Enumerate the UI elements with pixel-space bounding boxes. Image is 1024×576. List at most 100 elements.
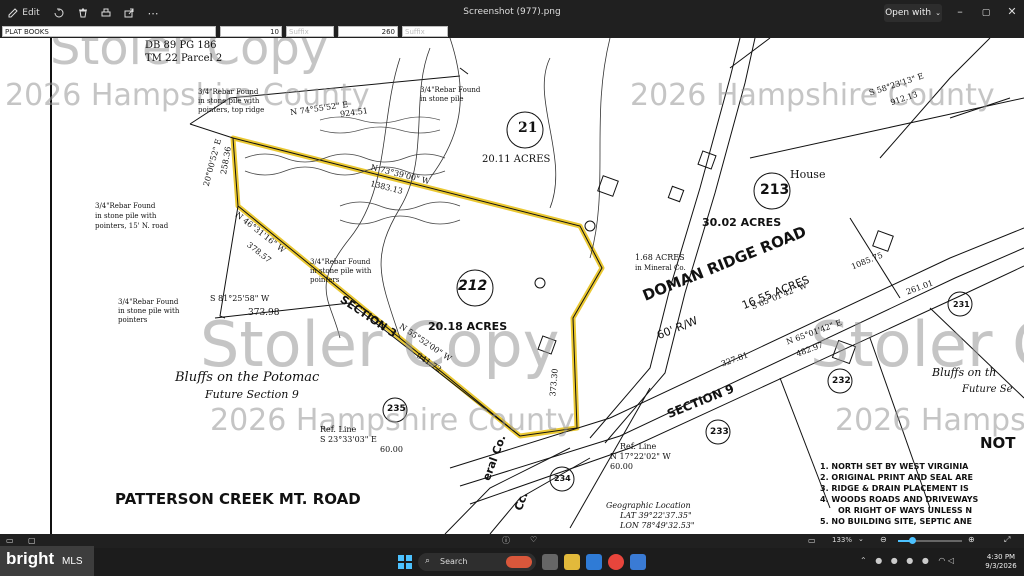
future-section-right-label: Future Se xyxy=(962,384,1013,395)
rebar-note-5b: in stone pile with xyxy=(118,307,180,315)
tax-map-ref: TM 22 Parcel 2 xyxy=(145,53,223,64)
ref-line-1-distance: 60.00 xyxy=(380,445,403,454)
wifi-icon: ◠ xyxy=(938,556,946,565)
lot-231-label: 231 xyxy=(953,300,970,309)
photos-icon[interactable] xyxy=(630,554,646,570)
watermark-county-right: 2026 Hampshire County xyxy=(630,78,995,113)
zoom-out-icon[interactable]: ⊖ xyxy=(880,535,887,544)
file-explorer-icon[interactable] xyxy=(564,554,580,570)
note-5: 5. NO BUILDING SITE, SEPTIC ANE xyxy=(820,517,973,526)
ref-line-2-distance: 60.00 xyxy=(610,462,633,471)
lot-234-label: 234 xyxy=(554,474,571,483)
clock-time: 4:30 PM xyxy=(986,553,1016,561)
rebar-note-4b: in stone pile with xyxy=(310,267,372,275)
task-view-icon[interactable] xyxy=(542,554,558,570)
geo-longitude: LON 78°49'32.53" xyxy=(620,521,695,530)
open-with-button[interactable]: Open with ⌄ xyxy=(884,4,942,22)
geo-latitude: LAT 39°22'37.35" xyxy=(620,511,692,520)
windows-logo-icon xyxy=(398,555,404,561)
filmstrip-icon[interactable]: ▭ xyxy=(6,536,14,545)
windows-taskbar: ⌕ Search ⌃ ● ● ● ● ◠ ◁ 4:30 PM 9/3/2026 xyxy=(0,548,1024,576)
app-titlebar: Edit ⋯ Screenshot (977).png Open with ⌄ … xyxy=(0,0,1024,26)
volume-icon: ◁ xyxy=(947,556,955,565)
viewer-statusbar: ▭ ▢ ⓘ ♡ ▭ 133% ⌄ ⊖ ⊕ ⤢ xyxy=(0,534,1024,548)
brightmls-logo: bright xyxy=(6,549,55,568)
system-tray[interactable]: ⌃ ● ● ● ● ◠ ◁ xyxy=(860,556,980,568)
window-title: Screenshot (977).png xyxy=(463,7,561,17)
suffix-field-1: Suffix xyxy=(286,26,334,37)
fit-to-window-icon[interactable]: ▭ xyxy=(808,536,816,545)
book-number-field: 10 xyxy=(220,26,282,37)
taskbar-search[interactable]: ⌕ Search xyxy=(418,553,536,571)
note-1: 1. NORTH SET BY WEST VIRGINIA xyxy=(820,462,969,471)
open-with-label: Open with xyxy=(885,8,932,18)
chevron-down-icon: ⌄ xyxy=(935,9,941,17)
tray-app-icons: ● ● ● ● xyxy=(875,556,932,565)
note-3: 3. RIDGE & DRAIN PLACEMENT IS xyxy=(820,484,969,493)
patterson-creek-road-label: PATTERSON CREEK MT. ROAD xyxy=(115,490,361,508)
bluffs-label: Bluffs on the Potomac xyxy=(175,370,320,385)
note-4: 4. WOODS ROADS AND DRIVEWAYS xyxy=(820,495,979,504)
fullscreen-icon[interactable]: ⤢ xyxy=(1004,535,1010,545)
chrome-icon[interactable] xyxy=(608,554,624,570)
ref-line-1: Ref. Line xyxy=(320,425,357,434)
watermark-county-bottom-right: 2026 Hampshire County xyxy=(835,403,1024,438)
plat-books-field: PLAT BOOKS xyxy=(2,26,216,37)
rebar-note-5c: pointers xyxy=(118,316,148,324)
slideshow-icon[interactable]: ▢ xyxy=(28,536,36,545)
rebar-note-1b: in stone pile with xyxy=(198,97,260,105)
plat-map: 2026 Hampshire County 2026 Hampshire Cou… xyxy=(5,38,1024,534)
rebar-note-1c: pointers, top ridge xyxy=(198,106,265,114)
start-button[interactable] xyxy=(398,555,412,569)
lot-213-acres: 30.02 ACRES xyxy=(702,216,782,229)
zoom-slider-thumb[interactable] xyxy=(909,537,916,544)
page-number-field: 260 xyxy=(338,26,398,37)
chevron-up-icon: ⌃ xyxy=(860,556,867,565)
mineral-co-note: in Mineral Co. xyxy=(635,264,686,272)
search-placeholder: Search xyxy=(440,557,468,566)
zoom-level[interactable]: 133% xyxy=(832,536,852,544)
suffix-field-2: Suffix xyxy=(402,26,448,37)
clock-date: 9/3/2026 xyxy=(985,562,1017,570)
house-label: House xyxy=(790,168,826,181)
lot-213-label: 213 xyxy=(760,182,790,198)
ref-line-2: Ref. Line xyxy=(620,442,657,451)
info-icon[interactable]: ⓘ xyxy=(502,535,510,546)
rebar-note-3a: 3/4"Rebar Found xyxy=(95,202,156,210)
bearing-southwest-distance: 373.98 xyxy=(248,308,280,318)
minimize-icon: – xyxy=(957,5,963,18)
rebar-note-3c: pointers, 15' N. road xyxy=(95,222,169,230)
rebar-note-2b: in stone pile xyxy=(420,95,464,103)
lot-232-label: 232 xyxy=(832,376,851,386)
bluffs-right-label: Bluffs on th xyxy=(932,366,997,379)
rebar-note-1a: 3/4"Rebar Found xyxy=(198,88,259,96)
rebar-note-5a: 3/4"Rebar Found xyxy=(118,298,179,306)
plat-book-fields: PLAT BOOKS 10 Suffix 260 Suffix xyxy=(0,26,450,38)
geo-location-title: Geographic Location xyxy=(606,501,691,510)
lot-212-acres: 20.18 ACRES xyxy=(428,320,508,333)
zoom-dropdown-icon[interactable]: ⌄ xyxy=(858,535,864,543)
search-icon: ⌕ xyxy=(425,556,431,566)
search-highlight-icon xyxy=(506,556,532,568)
ref-line-2-bearing: N 17°22'02" W xyxy=(610,452,671,461)
clock[interactable]: 4:30 PM 9/3/2026 xyxy=(982,553,1020,571)
rebar-note-2a: 3/4"Rebar Found xyxy=(420,86,481,94)
lot-235-label: 235 xyxy=(387,404,406,414)
future-section-label: Future Section 9 xyxy=(205,388,299,401)
edge-icon[interactable] xyxy=(586,554,602,570)
maximize-icon: ▢ xyxy=(981,8,991,18)
heart-icon[interactable]: ♡ xyxy=(530,535,537,544)
close-icon: ✕ xyxy=(1007,5,1017,18)
ref-line-1-bearing: S 23°33'03" E xyxy=(320,435,377,444)
image-viewport[interactable]: 2026 Hampshire County 2026 Hampshire Cou… xyxy=(0,38,1024,534)
maximize-button[interactable]: ▢ xyxy=(978,5,994,21)
rebar-note-4c: pointers xyxy=(310,276,340,284)
notes-header: NOT xyxy=(980,434,1016,452)
brightmls-watermark: bright MLS xyxy=(0,546,94,576)
zoom-in-icon[interactable]: ⊕ xyxy=(968,535,975,544)
minimize-button[interactable]: – xyxy=(952,5,968,21)
close-button[interactable]: ✕ xyxy=(1004,5,1020,21)
lot-233-label: 233 xyxy=(710,427,729,437)
zoom-slider[interactable] xyxy=(898,537,962,544)
rebar-note-3b: in stone pile with xyxy=(95,212,157,220)
